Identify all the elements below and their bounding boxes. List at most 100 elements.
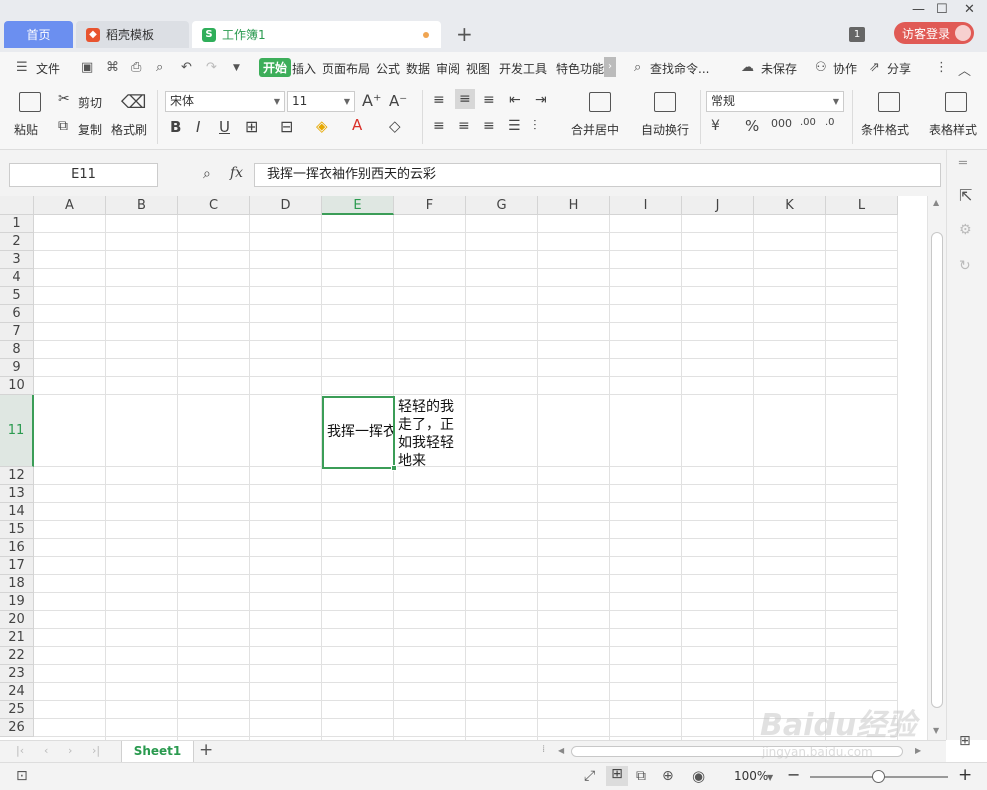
settings-icon[interactable]: ⚙ xyxy=(959,222,972,238)
paste-button[interactable]: 粘贴 xyxy=(14,121,38,138)
row-header-16[interactable]: 16 xyxy=(0,539,34,557)
last-sheet-icon[interactable]: ›| xyxy=(92,744,100,757)
border-icon[interactable]: ⊞ xyxy=(245,117,258,136)
menu-page-layout[interactable]: 页面布局 xyxy=(322,60,370,77)
merge-center-button[interactable]: 合并居中 xyxy=(571,121,619,138)
font-size-select[interactable]: 11 ▼ xyxy=(287,91,355,112)
row-header-20[interactable]: 20 xyxy=(0,611,34,629)
column-header-c[interactable]: C xyxy=(178,196,250,215)
search-command[interactable]: 查找命令... xyxy=(650,60,709,77)
scroll-up-icon[interactable]: ▲ xyxy=(933,198,939,207)
conditional-format-button[interactable]: 条件格式 xyxy=(861,121,909,138)
indent-increase-icon[interactable]: ⇥ xyxy=(535,92,547,108)
page-layout-view-icon[interactable]: ⊕ xyxy=(662,768,674,784)
column-header-b[interactable]: B xyxy=(106,196,178,215)
row-header-18[interactable]: 18 xyxy=(0,575,34,593)
align-center-icon[interactable]: ≡ xyxy=(458,118,470,134)
menu-developer[interactable]: 开发工具 xyxy=(499,60,547,77)
paste-icon[interactable] xyxy=(19,92,41,112)
unsaved-button[interactable]: 未保存 xyxy=(761,60,797,77)
menu-file[interactable]: 文件 xyxy=(36,60,60,77)
cell-e11[interactable]: 我挥一挥衣袖作别西天的云彩 xyxy=(322,396,395,469)
row-header-14[interactable]: 14 xyxy=(0,503,34,521)
zoom-slider-thumb[interactable] xyxy=(872,770,885,783)
currency-icon[interactable]: ¥ xyxy=(711,118,720,134)
indent-decrease-icon[interactable]: ⇤ xyxy=(509,92,521,108)
align-top-icon[interactable]: ≡ xyxy=(433,92,445,108)
normal-view-icon[interactable]: ⊞ xyxy=(606,766,628,786)
conditional-format-icon[interactable] xyxy=(878,92,900,112)
bold-icon[interactable]: B xyxy=(170,118,181,136)
menu-formula[interactable]: 公式 xyxy=(376,60,400,77)
column-header-f[interactable]: F xyxy=(394,196,466,215)
align-right-icon[interactable]: ≡ xyxy=(483,118,495,134)
menu-review[interactable]: 审阅 xyxy=(436,60,460,77)
drag-handle-icon[interactable]: ═ xyxy=(959,156,967,171)
next-sheet-icon[interactable]: › xyxy=(68,744,72,757)
zoom-out-icon[interactable]: − xyxy=(787,765,800,784)
column-header-l[interactable]: L xyxy=(826,196,898,215)
merge-center-icon[interactable] xyxy=(589,92,611,112)
fullscreen-icon[interactable]: ⤢ xyxy=(584,768,595,784)
vertical-scroll-thumb[interactable] xyxy=(931,232,943,708)
increase-decimal-icon[interactable]: .00 xyxy=(800,117,816,128)
menu-more-icon[interactable]: › xyxy=(604,57,616,77)
row-header-7[interactable]: 7 xyxy=(0,323,34,341)
row-header-11[interactable]: 11 xyxy=(0,395,34,467)
format-painter-button[interactable]: 格式刷 xyxy=(111,121,147,138)
menu-view[interactable]: 视图 xyxy=(466,60,490,77)
window-count-badge[interactable]: 1 xyxy=(849,27,865,42)
decrease-decimal-icon[interactable]: .0 xyxy=(825,117,835,128)
row-header-12[interactable]: 12 xyxy=(0,467,34,485)
fx-icon[interactable]: fx xyxy=(230,165,243,181)
font-name-select[interactable]: 宋体 ▼ xyxy=(165,91,285,112)
select-all-corner[interactable] xyxy=(0,196,34,215)
tab-home[interactable]: 首页 xyxy=(4,21,73,48)
auto-wrap-icon[interactable] xyxy=(654,92,676,112)
row-header-22[interactable]: 22 xyxy=(0,647,34,665)
first-sheet-icon[interactable]: |‹ xyxy=(16,744,24,757)
row-header-25[interactable]: 25 xyxy=(0,701,34,719)
column-header-i[interactable]: I xyxy=(610,196,682,215)
zoom-level[interactable]: 100% xyxy=(734,769,768,783)
zoom-formula-icon[interactable]: ⌕ xyxy=(203,166,211,182)
thousands-icon[interactable]: 000 xyxy=(771,117,792,130)
column-header-j[interactable]: J xyxy=(682,196,754,215)
align-bottom-icon[interactable]: ≡ xyxy=(483,92,495,108)
row-header-23[interactable]: 23 xyxy=(0,665,34,683)
column-header-d[interactable]: D xyxy=(250,196,322,215)
cell-f11[interactable]: 轻轻的我走了，正如我轻轻地来 xyxy=(396,397,466,469)
scroll-down-icon[interactable]: ▼ xyxy=(933,726,939,735)
italic-icon[interactable]: I xyxy=(196,118,200,136)
zoom-dropdown-icon[interactable]: ▼ xyxy=(767,773,773,782)
prev-sheet-icon[interactable]: ‹ xyxy=(44,744,48,757)
maximize-icon[interactable]: ☐ xyxy=(936,2,948,17)
decrease-font-icon[interactable]: A⁻ xyxy=(389,92,407,110)
redo-icon[interactable]: ↷ xyxy=(206,60,217,75)
fill-color-icon[interactable]: ◈ xyxy=(316,117,328,135)
menu-special[interactable]: 特色功能 xyxy=(556,60,604,77)
row-header-8[interactable]: 8 xyxy=(0,341,34,359)
scroll-left-icon[interactable]: ◀ xyxy=(558,746,564,755)
row-header-6[interactable]: 6 xyxy=(0,305,34,323)
select-cursor-icon[interactable]: ⇱ xyxy=(959,186,972,205)
export-icon[interactable]: ⌘ xyxy=(106,60,119,75)
menu-start[interactable]: 开始 xyxy=(259,58,292,77)
customize-dropdown-icon[interactable]: ▼ xyxy=(233,63,240,73)
row-header-4[interactable]: 4 xyxy=(0,269,34,287)
row-header-2[interactable]: 2 xyxy=(0,233,34,251)
row-header-13[interactable]: 13 xyxy=(0,485,34,503)
share-button[interactable]: 分享 xyxy=(887,60,911,77)
distribute-icon[interactable]: ⫶ xyxy=(533,118,537,134)
number-format-select[interactable]: 常规 ▼ xyxy=(706,91,844,112)
more-icon[interactable]: ⋮ xyxy=(935,60,948,75)
vertical-scrollbar[interactable]: ▲ ▼ xyxy=(927,196,946,740)
add-tab-icon[interactable]: + xyxy=(456,22,473,46)
column-header-e[interactable]: E xyxy=(322,196,394,215)
collab-button[interactable]: 协作 xyxy=(833,60,857,77)
refresh-icon[interactable]: ↻ xyxy=(959,258,971,274)
align-left-icon[interactable]: ≡ xyxy=(433,118,445,134)
table-style-button[interactable]: 表格样式 xyxy=(929,121,977,138)
row-header-1[interactable]: 1 xyxy=(0,215,34,233)
row-header-5[interactable]: 5 xyxy=(0,287,34,305)
